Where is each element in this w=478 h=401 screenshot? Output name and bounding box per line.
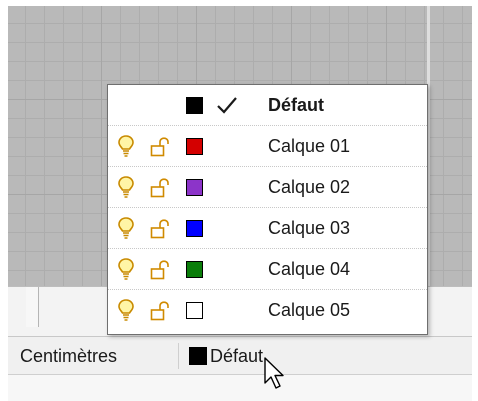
unlock-icon[interactable] [150,178,172,198]
layer-row-calque-05[interactable]: Calque 05 [108,290,427,330]
lightbulb-icon[interactable] [118,258,134,280]
checkmark-icon [217,97,237,114]
layer-row-calque-03[interactable]: Calque 03 [108,208,427,249]
current-layer-label: Défaut [210,345,264,366]
bottom-strip [8,374,472,401]
unlock-icon[interactable] [150,301,172,321]
units-label[interactable]: Centimètres [20,346,117,367]
mouse-pointer-icon [264,357,284,389]
current-layer-swatch [189,347,207,365]
layer-row-calque-04[interactable]: Calque 04 [108,249,427,290]
layer-name-label: Calque 02 [268,177,351,197]
layer-color-swatch[interactable] [186,261,203,278]
unlock-icon[interactable] [150,137,172,157]
current-layer-button[interactable]: Défaut [189,340,263,372]
layer-color-swatch[interactable] [186,220,203,237]
status-divider [178,343,179,369]
layer-name-label: Calque 04 [268,259,351,279]
layer-name-label: Calque 01 [268,136,351,156]
layer-name-label: Défaut [268,95,325,115]
layer-name-label: Calque 03 [268,218,351,238]
layer-name-label: Calque 05 [268,300,351,320]
layer-row-calque-02[interactable]: Calque 02 [108,167,427,208]
lightbulb-icon[interactable] [118,299,134,321]
layer-color-swatch[interactable] [186,97,203,114]
lightbulb-icon[interactable] [118,135,134,157]
status-bar: Centimètres Défaut [8,336,472,375]
layer-popup-menu: Défaut Calque 01 Calque 02 Calque 03 Cal… [107,84,428,335]
layer-row-default[interactable]: Défaut [108,85,427,126]
layer-color-swatch[interactable] [186,179,203,196]
lightbulb-icon[interactable] [118,176,134,198]
unlock-icon[interactable] [150,219,172,239]
lightbulb-icon[interactable] [118,217,134,239]
layer-row-calque-01[interactable]: Calque 01 [108,126,427,167]
unlock-icon[interactable] [150,260,172,280]
layer-color-swatch[interactable] [186,138,203,155]
viewport-tab-edge [26,287,39,327]
layer-color-swatch[interactable] [186,302,203,319]
